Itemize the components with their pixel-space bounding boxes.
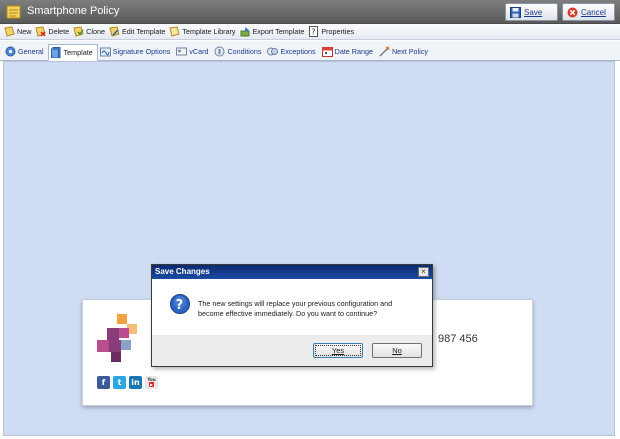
- svg-text:?: ?: [176, 298, 184, 313]
- yes-label: Yes: [331, 346, 345, 355]
- phone-number-fragment: 987 456: [438, 333, 478, 345]
- youtube-icon[interactable]: You ▶: [145, 376, 158, 389]
- window-title-bar: Smartphone Policy Save Cancel: [0, 0, 620, 24]
- tab-general-label: General: [18, 47, 44, 56]
- save-button[interactable]: Save: [505, 3, 558, 21]
- notepad-icon: [6, 5, 21, 19]
- no-button[interactable]: No: [372, 343, 422, 358]
- window-title: Smartphone Policy: [27, 5, 120, 17]
- calendar-icon: [321, 47, 333, 57]
- clone-label: Clone: [86, 27, 105, 36]
- template-library-label: Template Library: [182, 27, 236, 36]
- dialog-close-button[interactable]: ×: [418, 267, 429, 277]
- general-icon: [5, 46, 16, 57]
- tab-conditions[interactable]: Conditions: [212, 43, 265, 60]
- cancel-label: Cancel: [581, 7, 606, 17]
- tab-template[interactable]: Template: [47, 44, 98, 61]
- tab-exceptions[interactable]: Exceptions: [265, 43, 319, 60]
- signature-options-icon: [99, 47, 111, 57]
- properties-icon: ?: [309, 26, 319, 37]
- yes-button[interactable]: Yes: [313, 343, 363, 358]
- cancel-icon: [567, 7, 578, 17]
- new-icon: [4, 26, 15, 37]
- social-icons: f t in You ▶: [97, 376, 158, 389]
- export-template-label: Export Template: [252, 27, 305, 36]
- tab-template-label: Template: [63, 48, 93, 57]
- clone-button[interactable]: Clone: [72, 25, 108, 39]
- conditions-icon: [214, 46, 225, 57]
- cancel-button[interactable]: Cancel: [562, 3, 615, 21]
- policy-toolbar: New Delete Clone Edit Template Template …: [0, 24, 620, 40]
- no-label: No: [392, 346, 402, 355]
- linkedin-icon[interactable]: in: [129, 376, 142, 389]
- svg-text:?: ?: [312, 28, 316, 37]
- template-library-icon: [169, 26, 180, 37]
- tab-general[interactable]: General: [3, 43, 48, 60]
- next-policy-icon: [379, 46, 390, 57]
- delete-button[interactable]: Delete: [34, 25, 72, 39]
- edit-template-icon: [109, 26, 120, 37]
- facebook-icon[interactable]: f: [97, 376, 110, 389]
- floppy-disk-icon: [510, 6, 521, 18]
- vcard-icon: [176, 47, 188, 56]
- tab-conditions-label: Conditions: [227, 47, 262, 56]
- tab-signature-options-label: Signature Options: [112, 47, 171, 56]
- properties-button[interactable]: ? Properties: [307, 25, 357, 39]
- tab-exceptions-label: Exceptions: [280, 47, 316, 56]
- template-icon: [50, 47, 61, 58]
- tab-signature-options[interactable]: Signature Options: [98, 43, 175, 60]
- new-button[interactable]: New: [3, 25, 34, 39]
- export-icon: [240, 27, 250, 37]
- policy-tabs: General Template Signature Options vCard…: [0, 41, 620, 61]
- tab-date-range-label: Date Range: [334, 47, 373, 56]
- edit-template-button[interactable]: Edit Template: [108, 25, 168, 39]
- dialog-title: Save Changes: [155, 267, 210, 276]
- question-icon: ?: [170, 294, 190, 314]
- youtube-tube-mark: ▶: [148, 382, 155, 387]
- delete-label: Delete: [48, 27, 70, 36]
- dialog-message: The new settings will replace your previ…: [198, 299, 393, 318]
- dialog-title-bar: Save Changes ×: [152, 265, 432, 279]
- tab-vcard[interactable]: vCard: [174, 43, 212, 60]
- save-label: Save: [524, 7, 543, 17]
- template-library-button[interactable]: Template Library: [168, 25, 238, 39]
- new-label: New: [17, 27, 32, 36]
- export-template-button[interactable]: Export Template: [239, 25, 308, 39]
- delete-icon: [35, 26, 47, 37]
- tab-vcard-label: vCard: [189, 47, 209, 56]
- properties-label: Properties: [321, 27, 355, 36]
- twitter-icon[interactable]: t: [113, 376, 126, 389]
- tab-next-policy[interactable]: Next Policy: [377, 43, 432, 60]
- tab-next-policy-label: Next Policy: [391, 47, 428, 56]
- dialog-body: ? The new settings will replace your pre…: [152, 279, 432, 335]
- save-changes-dialog: Save Changes × ? The new settings will r…: [151, 264, 433, 367]
- tab-date-range[interactable]: Date Range: [320, 43, 377, 60]
- exceptions-icon: [267, 47, 279, 56]
- edit-template-label: Edit Template: [121, 27, 166, 36]
- clone-icon: [73, 26, 84, 37]
- company-logo: [97, 314, 137, 362]
